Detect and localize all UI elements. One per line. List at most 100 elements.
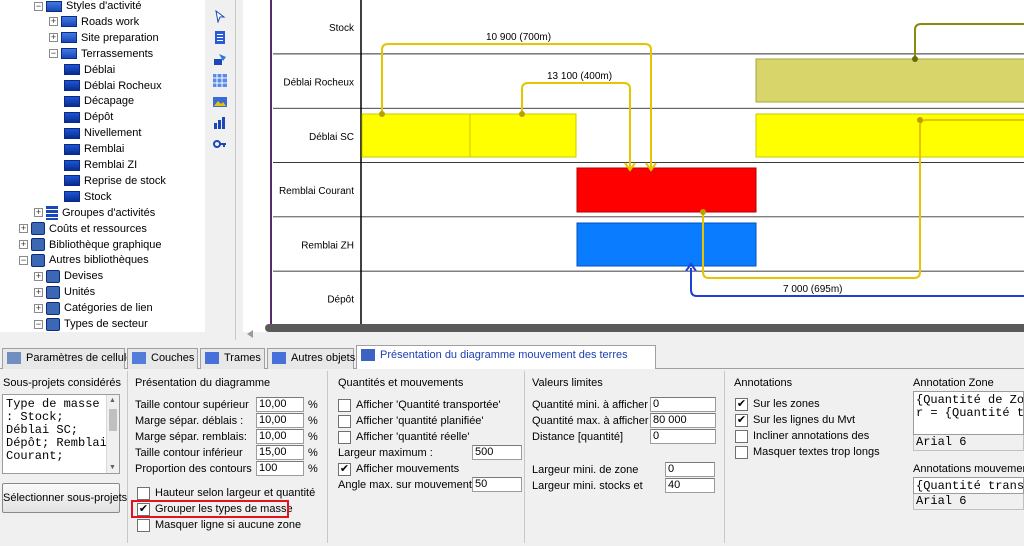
limit-input[interactable]: 80 000 xyxy=(650,413,716,428)
annotation-check-label: Incliner annotations des xyxy=(753,430,870,442)
qty-checkbox[interactable] xyxy=(338,399,351,412)
tree-item[interactable]: − Terrassements xyxy=(49,46,153,62)
pres-checkbox[interactable] xyxy=(137,487,150,500)
collapse-icon[interactable]: − xyxy=(34,319,43,329)
limit-input[interactable]: 0 xyxy=(650,429,716,444)
expand-icon[interactable]: + xyxy=(49,33,58,43)
expand-icon[interactable]: + xyxy=(34,271,43,281)
tree-item[interactable]: + Catégories de lien xyxy=(34,300,153,316)
row-label: Remblai ZH xyxy=(301,240,354,251)
pres-field-input[interactable]: 10,00 xyxy=(256,413,304,428)
annotation-movements-text: {Quantité transpo xyxy=(916,479,1024,493)
document-icon[interactable] xyxy=(213,31,227,44)
scroll-up-icon[interactable]: ▲ xyxy=(109,397,116,404)
paint-icon[interactable] xyxy=(213,53,227,66)
tree-item[interactable]: Déblai xyxy=(64,62,115,78)
tab-4[interactable]: Présentation du diagramme mouvement des … xyxy=(356,345,656,370)
tree-item[interactable]: Remblai xyxy=(64,141,124,157)
annotation-movements-editor[interactable]: {Quantité transpo xyxy=(913,477,1024,494)
row-label: Déblai SC xyxy=(309,132,354,143)
pres-field-input[interactable]: 15,00 xyxy=(256,445,304,460)
angle-input[interactable]: 50 xyxy=(472,477,522,492)
zone-remblai-zh[interactable] xyxy=(576,222,757,267)
tree-item[interactable]: + Roads work xyxy=(49,14,139,30)
annotation-checkbox[interactable] xyxy=(735,430,748,443)
annotation-zone-editor[interactable]: {Quantité de Zone r = {Quantité tra xyxy=(913,391,1024,435)
stock-width-input[interactable]: 40 xyxy=(665,478,715,493)
annotation-movements-header: Annotations mouvements xyxy=(913,463,1024,475)
zone-width-input[interactable]: 0 xyxy=(665,462,715,477)
presentation-header: Présentation du diagramme xyxy=(135,377,271,389)
limit-input[interactable]: 0 xyxy=(650,397,716,412)
library-tree[interactable]: − Styles d'activité + Roads work + Site prepa… xyxy=(0,0,205,340)
levels-icon[interactable] xyxy=(213,116,227,129)
tree-item[interactable]: + Groupes d'activités xyxy=(34,205,155,221)
earthwork-diagram[interactable]: Stock Déblai Rocheux Déblai SC Remblai Cour… xyxy=(243,0,1024,340)
annotation-zone-font[interactable]: Arial 6 xyxy=(913,435,1024,451)
qty-checkbox[interactable] xyxy=(338,431,351,444)
tree-item[interactable]: + Bibliothèque graphique xyxy=(19,237,162,253)
tree-item[interactable]: Déblai Rocheux xyxy=(64,78,162,94)
max-width-input[interactable]: 500 xyxy=(472,445,522,460)
expand-icon[interactable]: + xyxy=(19,224,28,234)
tree-item[interactable]: + Site preparation xyxy=(49,30,159,46)
tree-item[interactable]: Dépôt xyxy=(64,109,113,125)
chart-icon xyxy=(361,349,375,362)
qty-check-label: Afficher 'Quantité transportée' xyxy=(356,399,501,411)
tree-item[interactable]: Reprise de stock xyxy=(64,173,166,189)
pointer-icon[interactable] xyxy=(213,10,227,23)
tree-hscrollbar[interactable] xyxy=(0,332,205,340)
key-icon[interactable] xyxy=(213,138,227,151)
expand-icon[interactable]: + xyxy=(34,287,43,297)
expand-icon[interactable]: + xyxy=(49,17,58,27)
subprojects-scrollbar[interactable]: ▲ ▼ xyxy=(106,395,119,473)
tab-2[interactable]: Trames xyxy=(200,348,265,369)
subprojects-list[interactable]: Type de masse : Stock; Déblai SC; Dépôt;… xyxy=(2,394,120,474)
tree-item[interactable]: − Styles d'activité xyxy=(34,0,141,14)
tree-item[interactable]: + Unités xyxy=(34,284,95,300)
zone-deblai-rocheux[interactable] xyxy=(755,58,1024,103)
annotation-checkbox[interactable]: ✔ xyxy=(735,414,748,427)
misc-icon xyxy=(31,253,45,267)
pattern-icon[interactable] xyxy=(213,74,227,87)
annotation-checkbox[interactable] xyxy=(735,446,748,459)
tree-item-label: Unités xyxy=(64,286,96,299)
tree-item[interactable]: Décapage xyxy=(64,93,134,109)
collapse-icon[interactable]: − xyxy=(19,255,28,265)
tree-item[interactable]: − Types de secteur xyxy=(34,316,148,332)
tab-1[interactable]: Couches xyxy=(127,348,198,369)
tree-item[interactable]: + Devises xyxy=(34,268,103,284)
pres-field-input[interactable]: 10,00 xyxy=(256,429,304,444)
collapse-icon[interactable]: − xyxy=(49,49,58,59)
tab-3[interactable]: Autres objets xyxy=(267,348,355,369)
tree-item-label: Dépôt xyxy=(84,111,114,124)
show-movements-checkbox[interactable]: ✔ xyxy=(338,463,351,476)
settings-panel: Sous-projets considérés Type de masse : … xyxy=(0,369,1024,546)
pres-field-input[interactable]: 10,00 xyxy=(256,397,304,412)
collapse-icon[interactable]: − xyxy=(34,1,43,11)
style-icon xyxy=(64,64,80,76)
tree-item[interactable]: Stock xyxy=(64,189,112,205)
expand-icon[interactable]: + xyxy=(34,208,43,218)
pres-checkbox[interactable] xyxy=(137,519,150,532)
tree-item[interactable]: Remblai ZI xyxy=(64,157,137,173)
annotation-checkbox[interactable]: ✔ xyxy=(735,398,748,411)
image-icon[interactable] xyxy=(213,95,227,108)
tab-0[interactable]: Paramètres de cellule xyxy=(2,348,132,369)
scroll-down-icon[interactable]: ▼ xyxy=(109,464,116,471)
annotation-movements-font[interactable]: Arial 6 xyxy=(913,494,1024,510)
expand-icon[interactable]: + xyxy=(19,240,28,250)
zone-deblai-sc-1[interactable] xyxy=(361,113,471,158)
tree-item[interactable]: − Autres bibliothèques xyxy=(19,252,149,268)
zone-deblai-sc-2[interactable] xyxy=(469,113,577,158)
qty-checkbox[interactable] xyxy=(338,415,351,428)
select-subprojects-button[interactable]: Sélectionner sous-projets xyxy=(2,483,127,513)
tree-item[interactable]: + Coûts et ressources xyxy=(19,221,147,237)
tree-item[interactable]: Nivellement xyxy=(64,125,141,141)
splitter[interactable] xyxy=(235,0,243,340)
zone-width-label: Largeur mini. de zone xyxy=(532,464,639,476)
zone-remblai-courant[interactable] xyxy=(576,167,757,213)
pres-field-input[interactable]: 100 xyxy=(256,461,304,476)
tab-label: Présentation du diagramme mouvement des … xyxy=(380,349,628,361)
expand-icon[interactable]: + xyxy=(34,303,43,313)
